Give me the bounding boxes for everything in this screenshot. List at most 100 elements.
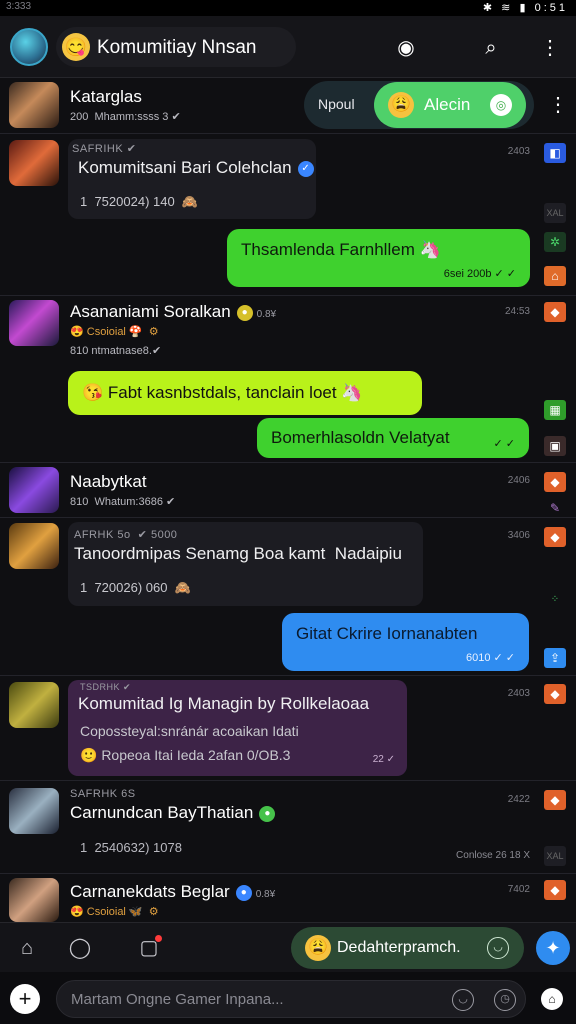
bottom-nav: ⌂ ◯ ▢ 😩 Dedahterpramch. ◡ ✦ [0, 922, 576, 972]
bubble-text: Gitat Ckrire Iornanabten [296, 624, 478, 643]
timestamp: 7402 [507, 884, 530, 895]
timestamp: 3406 [507, 530, 530, 541]
action-pill: Npoul 😩 Alecin ◎ [304, 81, 534, 129]
divider [0, 133, 576, 134]
small-label-icon: XAL [544, 846, 566, 866]
dots-icon: ⁘ [550, 594, 560, 605]
battery-time: 0:51 [534, 2, 568, 14]
message-card[interactable]: SAFRIHK ✔ Komumitsani Bari Colehclan ✓ 1 … [68, 139, 316, 219]
avatar[interactable] [9, 523, 59, 569]
alecin-button[interactable]: 😩 Alecin ◎ [374, 82, 526, 128]
avatar[interactable] [9, 82, 59, 128]
chat-meta: 810 Whatum:3686 ✔ [70, 496, 176, 508]
chat-icon[interactable]: ◯ [67, 935, 93, 961]
chat-meta: 200 Mhamm:ssss 3 ✔ [70, 111, 181, 123]
divider [0, 462, 576, 463]
bubble-text: Thsamlenda Farnhllem 🦄 [241, 240, 441, 259]
divider [0, 873, 576, 874]
divider [0, 295, 576, 296]
emoji-picker-icon[interactable]: ◡ [452, 989, 474, 1011]
chat-sub: 1 2540632) 1078 [80, 840, 182, 855]
chat-name-text: Carnanekdats Beglar [70, 882, 230, 901]
search-icon[interactable]: ⌕ [477, 34, 505, 62]
card-title: Tanoordmipas Senamg Boa kamt Nadaipiu [74, 544, 402, 563]
home-icon[interactable]: ⌂ [14, 935, 40, 961]
wifi-icon: ≋ [501, 2, 514, 14]
orange-tag-icon[interactable]: ◆ [544, 880, 566, 900]
status-time: 3:333 [6, 1, 32, 12]
title-emoji-icon: 😋 [62, 33, 90, 61]
chat-meta-right: Conlose 26 18 X [456, 850, 530, 861]
bubble-stamp: 6010 ✓ ✓ [465, 652, 515, 664]
card-sub: Copossteyal:snránár acoaikan Idati [80, 723, 299, 739]
status-dot-icon: ● [235, 884, 252, 901]
outgoing-bubble[interactable]: Gitat Ckrire Iornanabten 6010 ✓ ✓ [282, 613, 529, 671]
card-title: Komumitad Ig Managin by Rollkelaoaa [78, 694, 370, 713]
chat-name: Asananiami Soralkan ● 0.8¥ [70, 302, 276, 322]
composer-emoji-pill[interactable]: 😩 Dedahterpramch. ◡ [291, 927, 524, 969]
chat-sub: 😍 Csoioial 🦋 ⚙ [70, 906, 159, 918]
page-title: Komumitiay Nnsan [97, 37, 257, 58]
status-bar: 3:333 ✱ ≋ ▮ 0:51 [0, 0, 576, 16]
chat-bubble-icon: ◎ [490, 94, 512, 116]
tag-badge-icon[interactable]: ◧ [544, 143, 566, 163]
camera-icon[interactable]: ◉ [392, 34, 420, 62]
card-tag: SAFRIHK ✔ [72, 143, 137, 155]
divider [0, 517, 576, 518]
timestamp: 2422 [507, 794, 530, 805]
divider [0, 780, 576, 781]
card-title-text: Komumitsani Bari Colehclan [78, 158, 292, 177]
avatar[interactable] [9, 682, 59, 728]
image-icon: ▣ [544, 436, 566, 456]
timestamp: 2403 [507, 688, 530, 699]
timestamp: 2406 [507, 475, 530, 486]
avatar[interactable] [9, 300, 59, 346]
add-attachment-button[interactable]: + [10, 984, 40, 1014]
send-button[interactable]: ✦ [536, 931, 570, 965]
status-icons: ✱ ≋ ▮ 0:51 [483, 1, 568, 14]
card-stamp: 22 ✓ [372, 754, 395, 765]
composer-bar: + ◡ ◷ ⌂ [0, 972, 576, 1024]
card-sub: 1 7520024) 140 🙈 [80, 194, 199, 209]
avatar[interactable] [9, 788, 59, 834]
profile-avatar[interactable] [10, 28, 48, 66]
pen-icon: ✎ [549, 501, 561, 515]
app-badge-icon: ⌂ [544, 266, 566, 286]
chart-icon: ▦ [544, 400, 566, 420]
bubble-text: Bomerhlasoldn Velatyat [271, 428, 450, 447]
smile-icon[interactable]: ◡ [487, 937, 509, 959]
divider [0, 675, 576, 676]
row-more-icon[interactable]: ⋮ [548, 92, 568, 117]
chat-sub: 😍 Csoioial 🍄 ⚙ [70, 326, 159, 338]
battery-icon: ▮ [519, 2, 529, 14]
profile-icon[interactable]: ⌂ [541, 988, 563, 1010]
card-tag: AFRHK 5o ✔ 5000 [74, 529, 178, 541]
bubble-stamp: ✓ ✓ [493, 438, 516, 450]
message-card[interactable]: TSDRHK ✔ Komumitad Ig Managin by Rollkel… [68, 680, 407, 776]
chat-name: Naabytkat [70, 472, 147, 491]
avatar[interactable] [9, 467, 59, 513]
more-vert-icon[interactable]: ⋮ [536, 34, 564, 62]
bluetooth-icon: ✱ [482, 2, 496, 14]
avatar[interactable] [9, 878, 59, 922]
incoming-bubble[interactable]: 😘 Fabt kasnbstdals, tanclain loet 🦄 [68, 371, 422, 415]
timer-icon[interactable]: ◷ [494, 989, 516, 1011]
orange-tag-icon[interactable]: ◆ [544, 790, 566, 810]
orange-tag-icon[interactable]: ◆ [544, 472, 566, 492]
card-title: Komumitsani Bari Colehclan ✓ [78, 158, 314, 178]
outgoing-bubble[interactable]: Bomerhlasoldn Velatyat ✓ ✓ [257, 418, 529, 458]
npoul-label[interactable]: Npoul [318, 96, 355, 112]
avatar[interactable] [9, 140, 59, 186]
sparkle-icon: ✲ [544, 232, 566, 252]
orange-tag-icon[interactable]: ◆ [544, 684, 566, 704]
orange-tag-icon[interactable]: ◆ [544, 302, 566, 322]
emoji-icon: 😩 [305, 935, 331, 961]
bubble-text: 😘 Fabt kasnbstdals, tanclain loet 🦄 [82, 383, 363, 402]
orange-tag-icon[interactable]: ◆ [544, 527, 566, 547]
message-card[interactable]: AFRHK 5o ✔ 5000 Tanoordmipas Senamg Boa … [68, 522, 423, 606]
status-dot-icon: ● [236, 304, 253, 321]
card-sub: 🙂 Ropeoa Itai Ieda 2afan 0/OB.3 [80, 747, 291, 763]
notification-dot [155, 935, 162, 942]
outgoing-bubble[interactable]: Thsamlenda Farnhllem 🦄 6sei 200b ✓ ✓ [227, 229, 530, 287]
timestamp: 2403 [507, 146, 530, 157]
